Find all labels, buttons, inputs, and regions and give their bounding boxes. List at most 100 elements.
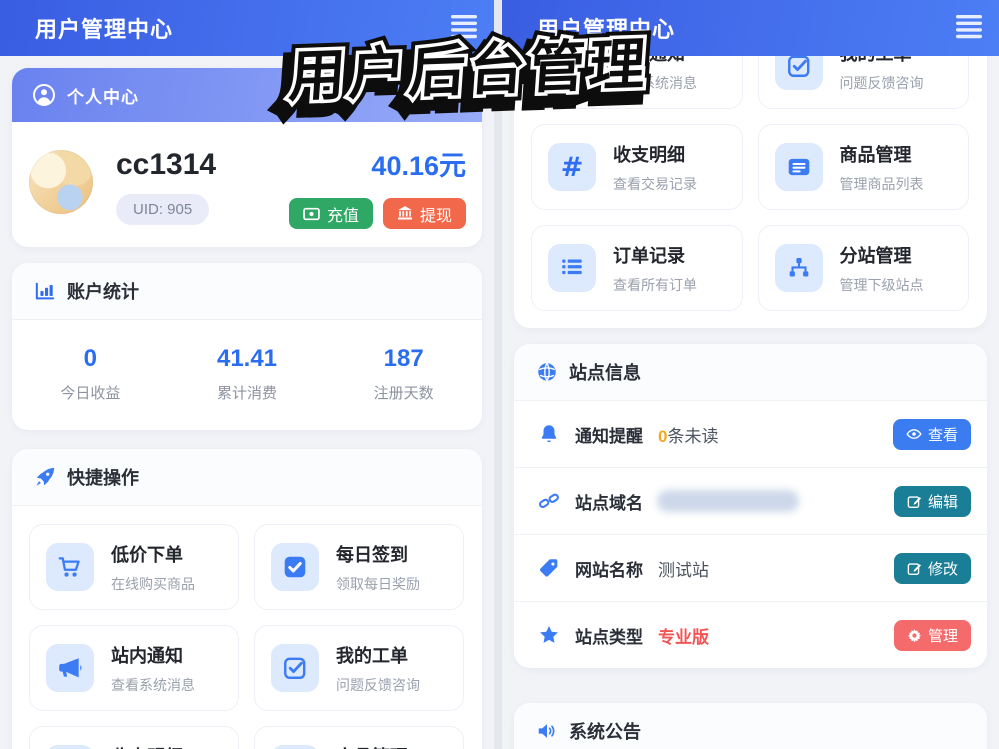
stat-register-days: 187 注册天数 <box>325 345 482 403</box>
withdraw-button[interactable]: 提现 <box>382 198 466 229</box>
quick-item-desc: 问题反馈咨询 <box>336 676 420 693</box>
quick-item-text: 分站管理 管理下级站点 <box>840 242 924 295</box>
quick-item-title: 商品管理 <box>839 144 912 165</box>
cart-icon <box>46 543 94 591</box>
quick-item-cheap-order[interactable]: 低价下单 在线购买商品 <box>29 524 239 610</box>
recharge-button[interactable]: 充值 <box>288 198 373 229</box>
bank-icon <box>397 206 413 221</box>
site-info-header: 站点信息 <box>514 344 987 401</box>
withdraw-label: 提现 <box>419 207 452 225</box>
site-row-value: 0条未读 <box>658 422 718 447</box>
account-stats-card: 账户统计 0 今日收益 41.41 累计消费 187 注册天数 <box>12 263 482 430</box>
quick-item-order-records[interactable]: 订单记录 查看所有订单 <box>531 225 743 311</box>
quick-actions-card: 快捷操作 低价下单 在线购买商品 每日签到 领取每日奖励 站内通知 查看系统消息… <box>12 449 482 749</box>
quick-item-transactions[interactable]: # 收支明细 查看交易记录 <box>531 124 743 210</box>
quick-item-title: 订单记录 <box>613 245 685 266</box>
megaphone-icon <box>46 644 94 692</box>
view-button[interactable]: 查看 <box>892 418 971 450</box>
quick-item-title: 低价下单 <box>111 544 183 565</box>
hash-icon: # <box>548 143 596 191</box>
hamburger-menu-icon[interactable] <box>955 14 983 40</box>
manage-button-label: 管理 <box>927 627 958 645</box>
quick-item-my-tickets[interactable]: 我的工单 问题反馈咨询 <box>254 625 464 711</box>
link-icon <box>538 490 560 512</box>
site-info-title: 站点信息 <box>569 363 641 383</box>
quick-item-desc: 管理商品列表 <box>839 175 924 192</box>
stats-row: 0 今日收益 41.41 累计消费 187 注册天数 <box>12 320 482 428</box>
quick-item-text: 订单记录 查看所有订单 <box>613 242 697 295</box>
user-circle-icon <box>32 83 56 107</box>
quick-item-desc: 在线购买商品 <box>111 575 195 592</box>
app-title: 用户管理中心 <box>35 17 174 42</box>
stat-value: 187 <box>383 345 424 372</box>
left-screenshot-panel: 用户管理中心 个人中心 cc1314 UID: 905 40.16元 充值 提现… <box>0 0 494 749</box>
star-icon <box>538 624 560 646</box>
order-list-icon <box>548 244 596 292</box>
profile-buttons: 充值 提现 <box>288 198 466 229</box>
sitemap-icon <box>774 244 823 292</box>
quick-actions-title: 快捷操作 <box>67 468 139 488</box>
username: cc1314 <box>116 148 217 181</box>
edit-button[interactable]: 编辑 <box>893 485 971 517</box>
quick-item-text: 每日签到 领取每日奖励 <box>336 541 420 594</box>
quick-item-text: 收支明细 查看交易记录 <box>111 743 195 749</box>
quick-item-text: 收支明细 查看交易记录 <box>613 141 697 194</box>
quick-item-title: 站内通知 <box>111 645 183 666</box>
product-card-icon <box>271 745 319 749</box>
announcement-title: 系统公告 <box>569 722 641 742</box>
quick-item-desc: 问题反馈咨询 <box>839 74 924 91</box>
product-card-icon <box>774 143 823 191</box>
tag-icon <box>538 557 560 579</box>
quick-item-product-manage[interactable]: 商品管理 管理商品列表 <box>757 124 969 210</box>
announcement-card: 系统公告 <box>514 703 987 749</box>
quick-actions-header: 快捷操作 <box>12 449 482 506</box>
rocket-icon <box>34 466 56 488</box>
stat-value: 0 <box>83 345 98 372</box>
profile-card-header: 个人中心 <box>12 68 482 122</box>
bell-icon <box>538 423 560 445</box>
quick-actions-grid: 低价下单 在线购买商品 每日签到 领取每日奖励 站内通知 查看系统消息 我的工单… <box>12 506 482 749</box>
uid-badge: UID: 905 <box>116 194 210 225</box>
stat-label: 今日收益 <box>60 385 121 402</box>
quick-item-product-manage[interactable]: 商品管理 管理商品列表 <box>254 726 464 749</box>
site-row-site-name: 网站名称 测试站 修改 <box>514 535 987 602</box>
quick-item-title: 我的工单 <box>336 645 408 666</box>
quick-item-substation-manage[interactable]: 分站管理 管理下级站点 <box>757 225 969 311</box>
quick-item-desc: 查看交易记录 <box>613 175 697 192</box>
quick-item-title: 收支明细 <box>613 144 685 165</box>
stat-label: 累计消费 <box>217 385 278 402</box>
quick-item-desc: 管理下级站点 <box>839 276 924 293</box>
hash-icon: # <box>46 745 94 749</box>
edit-pencil-icon <box>907 561 922 576</box>
user-backend-management-screenshot: { "watermark": { "text": "用户后台管理" }, "ap… <box>0 0 999 749</box>
site-name-value: 测试站 <box>658 560 709 580</box>
right-app-bar: 用户管理中心 <box>502 0 999 56</box>
site-row-label: 站点类型 <box>575 627 643 647</box>
site-type-value: 专业版 <box>658 627 709 647</box>
unread-suffix: 条未读 <box>667 426 719 446</box>
modify-button-label: 修改 <box>927 560 958 578</box>
edit-button-label: 编辑 <box>927 493 958 511</box>
site-row-label: 通知提醒 <box>575 426 643 446</box>
site-row-label: 网站名称 <box>575 560 643 580</box>
recharge-label: 充值 <box>326 207 359 225</box>
quick-item-text: 我的工单 问题反馈咨询 <box>336 642 420 695</box>
modify-button[interactable]: 修改 <box>893 552 971 584</box>
quick-item-daily-checkin[interactable]: 每日签到 领取每日奖励 <box>254 524 464 610</box>
site-info-card: 站点信息 通知提醒 0条未读 查看 站点域名 编辑 网站名称 测试站 修改 站点… <box>514 344 987 668</box>
quick-item-text: 商品管理 管理商品列表 <box>840 141 924 194</box>
money-bill-icon <box>303 207 320 221</box>
quick-item-text: 商品管理 管理商品列表 <box>336 743 420 749</box>
globe-icon <box>536 361 558 383</box>
manage-button[interactable]: 管理 <box>893 619 971 651</box>
avatar <box>29 150 93 214</box>
quick-item-title: 分站管理 <box>839 245 912 266</box>
balance-amount: 40.16元 <box>371 151 466 181</box>
quick-item-title: 商品管理 <box>336 743 420 749</box>
eye-icon <box>906 428 922 440</box>
quick-item-site-notice[interactable]: 站内通知 查看系统消息 <box>29 625 239 711</box>
hamburger-menu-icon[interactable] <box>450 14 478 40</box>
quick-item-title: 收支明细 <box>111 743 195 749</box>
quick-item-transactions[interactable]: # 收支明细 查看交易记录 <box>29 726 239 749</box>
view-button-label: 查看 <box>927 426 958 444</box>
